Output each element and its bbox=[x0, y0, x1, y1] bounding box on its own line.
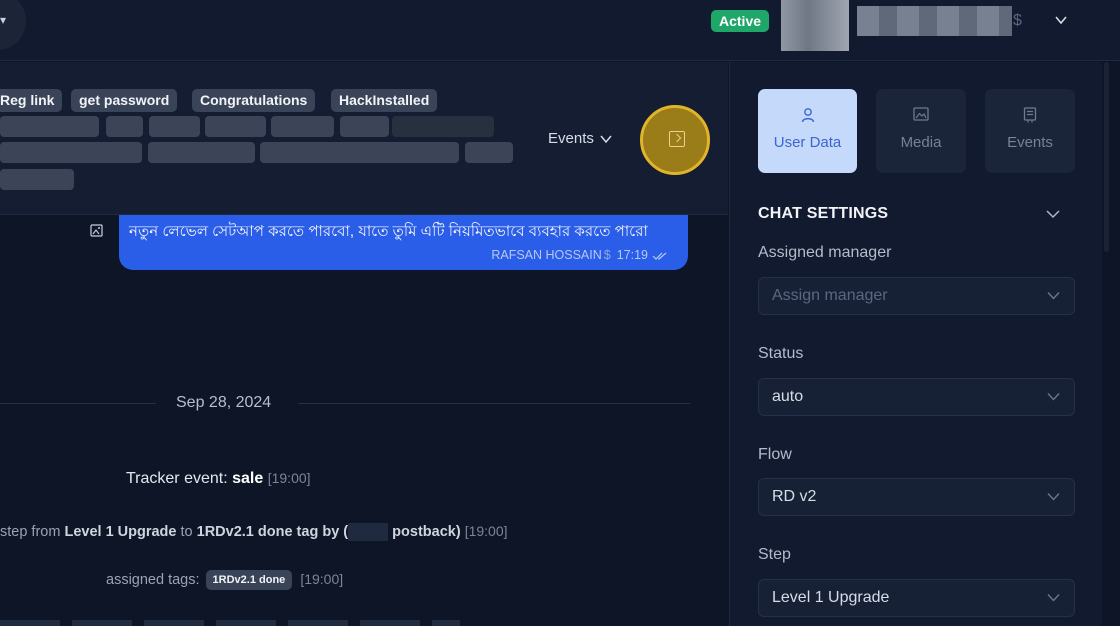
redacted-tag bbox=[260, 142, 459, 163]
step-label: Step bbox=[758, 546, 791, 563]
chat-settings-title: CHAT SETTINGS bbox=[758, 205, 889, 222]
user-name-redacted bbox=[857, 6, 1012, 36]
tab-label: Media bbox=[900, 134, 942, 151]
tracker-event-line: Tracker event: sale [19:00] bbox=[126, 470, 311, 488]
divider bbox=[298, 403, 690, 404]
events-dropdown[interactable]: Events bbox=[548, 130, 612, 147]
select-value: RD v2 bbox=[772, 488, 817, 505]
status-select[interactable]: auto bbox=[758, 378, 1075, 416]
avatar bbox=[781, 0, 849, 51]
chevron-down-icon bbox=[1047, 393, 1060, 401]
flow-label: Flow bbox=[758, 446, 792, 463]
event-time: [19:00] bbox=[300, 570, 344, 587]
redacted-tag bbox=[106, 116, 143, 137]
redacted-tag bbox=[0, 142, 142, 163]
caret-down-icon[interactable]: ▾ bbox=[0, 13, 6, 27]
status-badge: Active bbox=[711, 10, 770, 32]
right-panel: User Data Media Events CHAT SETTINGS Ass… bbox=[729, 62, 1102, 626]
step-to-word: to bbox=[180, 524, 193, 540]
select-placeholder: Assign manager bbox=[772, 287, 888, 304]
date-separator: Sep 28, 2024 bbox=[176, 394, 272, 411]
redacted-text bbox=[348, 523, 389, 542]
assigned-manager-label: Assigned manager bbox=[758, 244, 892, 261]
play-square-icon bbox=[669, 131, 685, 147]
top-bar: ▾ Active $ bbox=[0, 0, 1120, 61]
tracker-event-name: sale bbox=[232, 470, 264, 487]
redacted-tag bbox=[340, 116, 389, 137]
tracker-prefix: Tracker event: bbox=[126, 470, 228, 487]
redacted-tag bbox=[465, 142, 513, 163]
redacted-tag bbox=[148, 142, 255, 163]
tag-chip[interactable]: Congratulations bbox=[192, 89, 316, 112]
redacted-tag bbox=[205, 116, 266, 137]
chevron-down-icon bbox=[1047, 594, 1060, 602]
redacted-tag bbox=[271, 116, 334, 137]
message-sender: RAFSAN HOSSAIN bbox=[491, 248, 602, 262]
tag-chip[interactable]: Reg link bbox=[0, 89, 63, 112]
tab-events[interactable]: Events bbox=[985, 89, 1075, 173]
user-icon bbox=[801, 108, 814, 123]
currency-symbol: $ bbox=[1013, 12, 1022, 29]
flow-select[interactable]: RD v2 bbox=[758, 478, 1075, 516]
tag-chip[interactable]: get password bbox=[71, 89, 178, 112]
truncated-event-line bbox=[0, 620, 460, 626]
select-value: Level 1 Upgrade bbox=[772, 589, 890, 606]
status-label: Status bbox=[758, 345, 804, 362]
tab-media[interactable]: Media bbox=[876, 89, 966, 173]
image-attachment-icon[interactable] bbox=[90, 224, 104, 238]
image-icon bbox=[913, 107, 929, 121]
assigned-tags-line: assigned tags: 1RDv2.1 done [19:00] bbox=[106, 570, 343, 590]
redacted-tag bbox=[0, 116, 99, 137]
scrollbar-thumb[interactable] bbox=[1104, 62, 1109, 252]
chevron-down-icon[interactable] bbox=[1046, 209, 1060, 219]
run-flow-button[interactable] bbox=[640, 105, 710, 175]
tag-chip[interactable]: 1RDv2.1 done bbox=[205, 570, 293, 590]
step-from: Level 1 Upgrade bbox=[64, 524, 177, 540]
message-text: নতুন লেভেল সেটআপ করতে পারবো, যাতে তুমি এ… bbox=[129, 223, 648, 240]
assigned-prefix: assigned tags: bbox=[106, 571, 200, 588]
chevron-down-icon bbox=[1047, 292, 1060, 300]
events-dropdown-label: Events bbox=[548, 130, 594, 147]
assign-manager-select[interactable]: Assign manager bbox=[758, 277, 1075, 315]
events-icon bbox=[1023, 107, 1037, 123]
divider bbox=[0, 403, 156, 404]
tab-label: Events bbox=[1007, 134, 1053, 151]
tab-user-data[interactable]: User Data bbox=[758, 89, 857, 173]
message-bubble: নতুন লেভেল সেটআপ করতে পারবো, যাতে তুমি এ… bbox=[119, 215, 688, 270]
step-select[interactable]: Level 1 Upgrade bbox=[758, 579, 1075, 617]
step-source: postback) bbox=[392, 524, 461, 540]
redacted-tag bbox=[392, 116, 494, 137]
step-change-line: step from Level 1 Upgrade to 1RDv2.1 don… bbox=[0, 523, 508, 542]
chevron-down-icon[interactable] bbox=[1053, 12, 1069, 28]
tags-panel: Reg link get password Congratulations Ha… bbox=[0, 62, 728, 215]
step-prefix: step from bbox=[0, 524, 61, 540]
tag-chip[interactable]: HackInstalled bbox=[331, 89, 438, 112]
event-time: [19:00] bbox=[267, 470, 311, 486]
event-time: [19:00] bbox=[464, 523, 508, 539]
step-to: 1RDv2.1 done tag by bbox=[196, 524, 340, 540]
redacted-tag bbox=[149, 116, 200, 137]
tab-label: User Data bbox=[773, 134, 842, 151]
message-meta: RAFSAN HOSSAIN $17:19 bbox=[491, 248, 668, 262]
sender-currency-symbol: $ bbox=[603, 248, 611, 262]
message-time: 17:19 bbox=[616, 248, 648, 262]
select-value: auto bbox=[772, 388, 804, 405]
chevron-down-icon bbox=[1047, 493, 1060, 501]
redacted-tag bbox=[0, 169, 74, 190]
chevron-down-icon bbox=[600, 135, 612, 144]
double-check-icon bbox=[652, 252, 667, 260]
